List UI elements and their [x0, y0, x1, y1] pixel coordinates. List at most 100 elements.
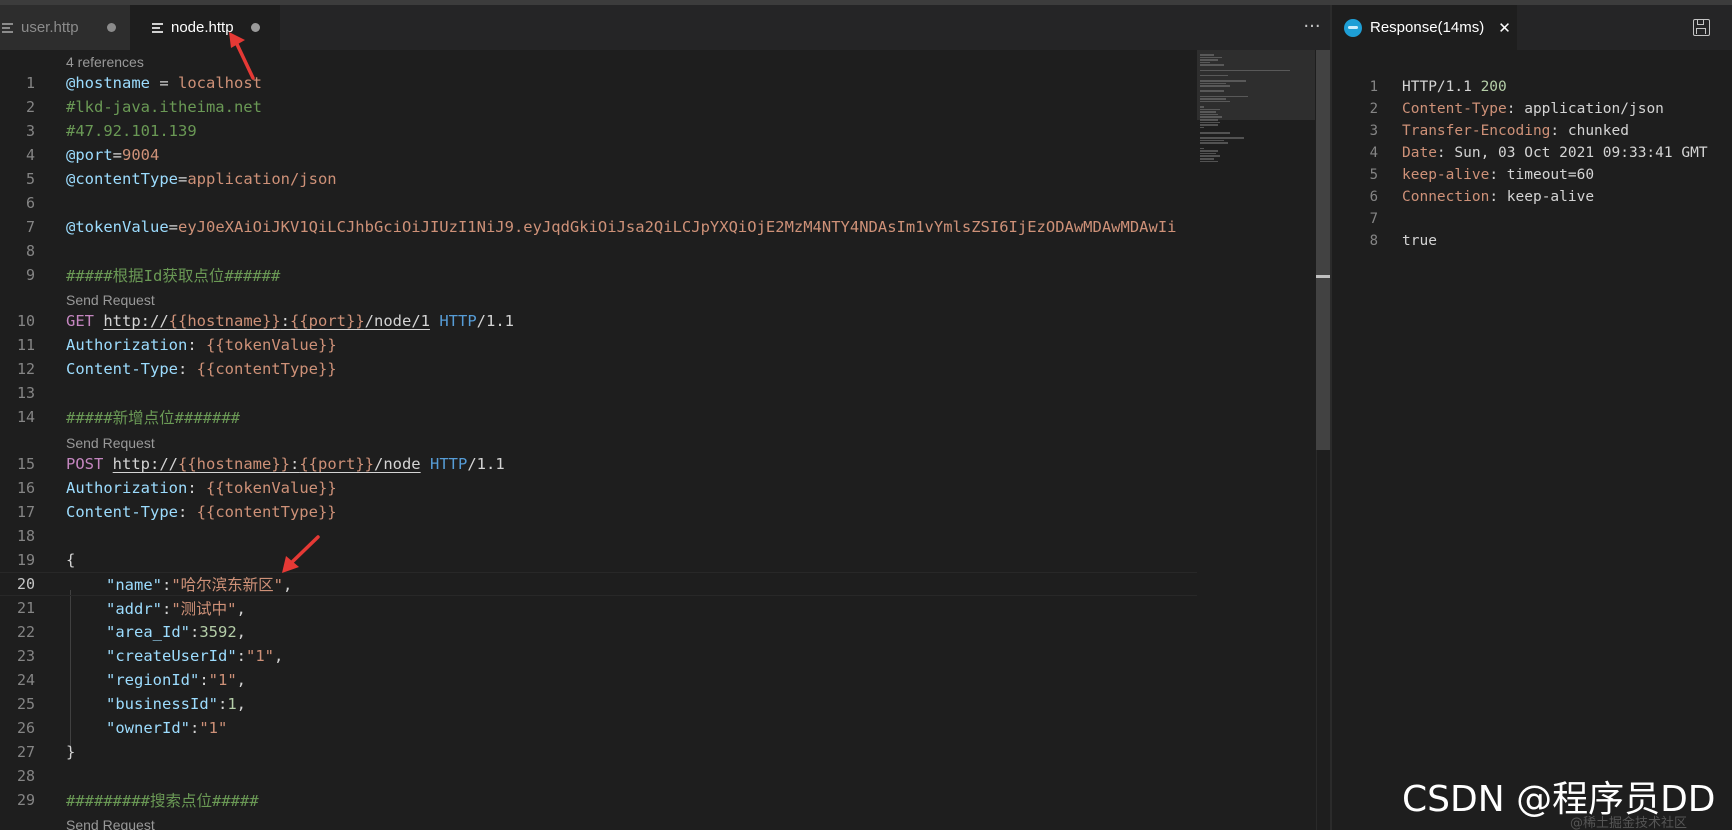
unsaved-dot-icon[interactable] [250, 23, 260, 32]
url-variable: {{hostname}} [168, 312, 281, 330]
header-value: : application/json [1506, 101, 1664, 117]
url-part: http:// [103, 312, 169, 330]
close-icon[interactable]: ✕ [1498, 19, 1511, 37]
operator: : [177, 503, 197, 521]
header-name: Date [1402, 145, 1437, 161]
header-name: Content-Type [1402, 101, 1507, 117]
line-number: 13 [16, 384, 35, 402]
json-value: "1" [199, 719, 228, 737]
json-value: 1 [227, 695, 237, 713]
minimap-line [1200, 106, 1204, 108]
rest-client-icon [1344, 18, 1362, 37]
response-line: 2 Content-Type: application/json [1332, 97, 1732, 121]
line-number: 22 [16, 623, 35, 641]
status-line: HTTP/1.1 [1402, 79, 1481, 95]
code-line: 11 Authorization: {{tokenValue}} [0, 333, 1197, 357]
code-line: 15 POST http://{{hostname}}:{{port}}/nod… [0, 452, 1197, 476]
header-value: {{tokenValue}} [206, 479, 337, 497]
minimap-line [1200, 54, 1214, 56]
code-line: 19 { [0, 548, 1197, 572]
code-line: 29 #########搜索点位##### [0, 788, 1197, 812]
variable-value: 9004 [122, 146, 160, 164]
line-number: 15 [16, 455, 35, 473]
code-line: 23 "createUserId":"1", [0, 644, 1197, 668]
codelens-send-request[interactable]: Send Request [66, 290, 155, 310]
line-number: 8 [1369, 233, 1378, 249]
operator: : [177, 360, 197, 378]
minimap-line [1200, 116, 1222, 118]
tab-bar: Response(14ms) ✕ [1332, 5, 1732, 50]
minimap-line [1200, 61, 1210, 64]
url-part: : [289, 455, 300, 473]
minimap-line [1200, 142, 1228, 144]
minimap-line [1200, 160, 1218, 163]
json-value: "哈尔滨东新区" [171, 576, 284, 594]
json-value: "1" [246, 647, 274, 665]
code-line: 6 [0, 191, 1197, 215]
tab-user-http[interactable]: user.http [0, 5, 130, 50]
operator: : [162, 576, 172, 594]
codelens-send-request[interactable]: Send Request [66, 815, 155, 830]
code-line: 18 [0, 524, 1197, 548]
code-line: 2 #lkd-java.itheima.net [0, 95, 1197, 119]
request-url[interactable]: http://{{hostname}}:{{port}}/node [113, 455, 421, 473]
line-number: 27 [16, 743, 35, 761]
json-key: "name" [106, 576, 162, 594]
code-line: 17 Content-Type: {{contentType}} [0, 500, 1197, 524]
response-line: 6 Connection: keep-alive [1332, 185, 1732, 209]
save-response-icon[interactable] [1693, 19, 1710, 36]
variable-value: localhost [178, 74, 262, 92]
url-part: /node/1 [364, 312, 430, 330]
variable-name: @port [66, 146, 113, 164]
code-line: 1 @hostname = localhost [0, 71, 1197, 95]
header-value: : keep-alive [1489, 189, 1595, 205]
line-number: 6 [1369, 189, 1378, 205]
code-line-active: 20 "name":"哈尔滨东新区", [0, 572, 1197, 596]
header-value: {{tokenValue}} [206, 336, 337, 354]
response-viewer[interactable]: 1 HTTP/1.1 200 2 Content-Type: applicati… [1332, 75, 1732, 375]
file-lines-icon [152, 22, 164, 34]
operator: , [236, 695, 247, 713]
header-name: keep-alive [1402, 167, 1490, 183]
request-url[interactable]: http://{{hostname}}:{{port}}/node/1 [103, 312, 430, 330]
status-code: 200 [1480, 79, 1507, 95]
minimap-line [1200, 69, 1290, 72]
codelens-send-request[interactable]: Send Request [66, 433, 155, 453]
operator: , [283, 576, 293, 594]
variable-value: application/json [187, 170, 337, 188]
minimap-line [1200, 64, 1224, 66]
line-number: 20 [16, 575, 35, 593]
line-number: 4 [1369, 145, 1378, 161]
minimap[interactable] [1197, 50, 1315, 830]
code-editor[interactable]: 4 references 1 @hostname = localhost 2 #… [0, 50, 1197, 830]
line-number: 4 [25, 146, 35, 164]
http-version-number: /1.1 [476, 312, 514, 330]
unsaved-dot-icon[interactable] [106, 23, 116, 32]
line-number: 28 [16, 767, 35, 785]
codelens-references[interactable]: 4 references [66, 52, 144, 72]
minimap-line [1200, 139, 1224, 142]
operator: : [190, 719, 200, 737]
scrollbar-thumb[interactable] [1316, 50, 1330, 450]
line-number: 14 [16, 408, 35, 426]
response-line: 7 [1332, 207, 1732, 231]
tab-response[interactable]: Response(14ms) ✕ [1332, 5, 1517, 50]
json-value: "1" [208, 671, 237, 689]
minimap-line [1200, 147, 1204, 150]
code-line: 3 #47.92.101.139 [0, 119, 1197, 143]
json-key: "addr" [106, 600, 162, 618]
header-value: : Sun, 03 Oct 2021 09:33:41 GMT [1436, 145, 1708, 161]
url-variable: {{port}} [290, 312, 365, 330]
tab-node-http[interactable]: node.http [130, 5, 280, 50]
minimap-line [1200, 98, 1226, 100]
json-value: "测试中" [171, 600, 237, 618]
code-line: 12 Content-Type: {{contentType}} [0, 357, 1197, 381]
line-number: 29 [16, 791, 35, 809]
tab-bar: user.http node.http ··· [0, 5, 1330, 50]
header-value: {{contentType}} [196, 360, 337, 378]
operator: , [236, 600, 246, 618]
more-actions-button[interactable]: ··· [1300, 15, 1324, 39]
tab-label: user.http [21, 19, 79, 36]
response-line: 1 HTTP/1.1 200 [1332, 75, 1732, 99]
minimap-line [1200, 113, 1218, 116]
